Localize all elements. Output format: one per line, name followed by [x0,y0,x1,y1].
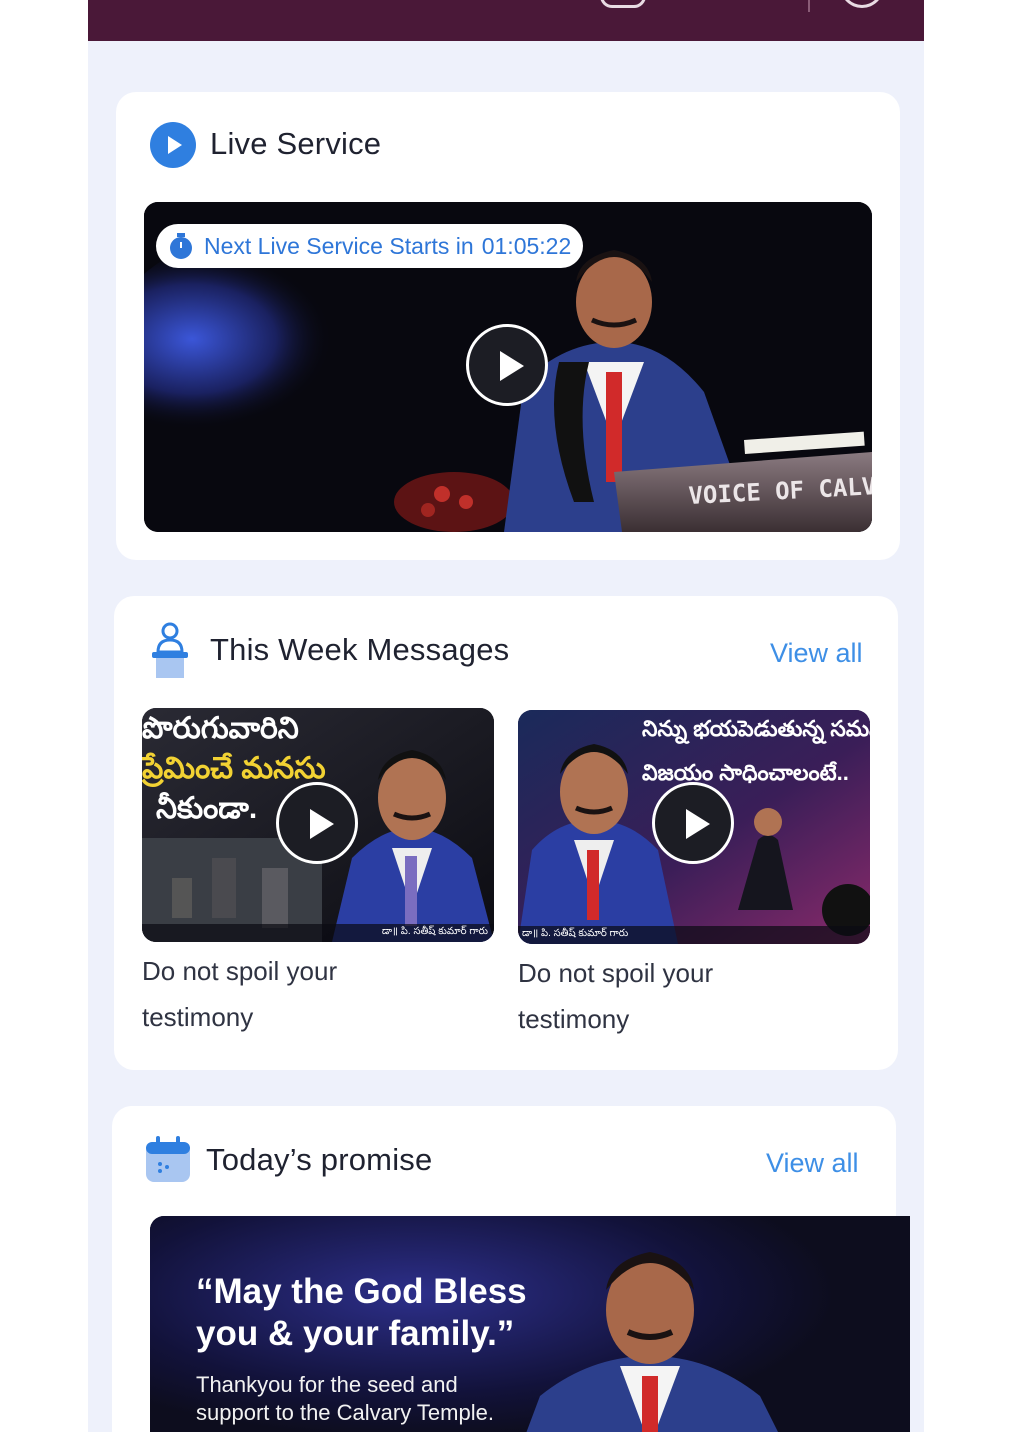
message-1-title[interactable]: Do not spoil your testimony [142,948,482,1040]
message-1-title-line-1: Do not spoil your [142,956,338,986]
live-service-title: Live Service [210,126,382,161]
calendar-icon [146,1136,190,1182]
live-video-player[interactable]: VOICE OF CALVA Next Live Service Starts … [144,202,872,532]
message-1-overlay-text-1: పొరుగువారిని [142,712,299,745]
promise-subtext-line-2: support to the Calvary Temple. [196,1400,494,1425]
app-screen: Live Service VOICE OF CALVA Next Live Se… [88,0,924,1432]
promise-subtext-line-1: Thankyou for the seed and [196,1372,458,1397]
live-play-button[interactable] [466,324,548,406]
week-messages-card: This Week Messages View all పొరుగువారిని… [114,596,898,1070]
week-messages-title: This Week Messages [210,632,510,667]
todays-promise-card: Today’s promise View all “May the God Bl… [112,1106,910,1432]
notification-bell-icon[interactable] [840,0,884,8]
live-service-card: Live Service VOICE OF CALVA Next Live Se… [116,92,900,560]
countdown-time: 01:05:22 [481,232,572,259]
preacher-podium-icon [152,622,188,678]
message-1-overlay-text-3: నీకుండా. [156,792,258,825]
promise-banner[interactable]: “May the God Bless you & your family.” T… [150,1216,910,1432]
divider [808,0,810,12]
message-2-caption: డా॥ పి. సతీష్ కుమార్ గారు [522,928,629,939]
message-2-title[interactable]: Do not spoil your testimony [518,950,858,1042]
message-2-title-line-2: testimony [518,1004,630,1034]
countdown-badge: Next Live Service Starts in 01:05:22 [156,224,584,268]
scan-icon[interactable] [600,0,646,8]
message-1-play-button[interactable] [276,782,358,864]
message-thumbnail-2[interactable]: నిన్ను భయపెడుతున్న సమస్య విజయం సాధించాలం… [518,710,870,944]
top-bar [88,0,924,41]
messages-view-all-link[interactable]: View all [770,638,863,669]
message-1-caption: డా॥ పి. సతీష్ కుమార్ గారు [381,926,488,937]
message-2-play-button[interactable] [652,782,734,864]
promise-quote-line-1: “May the God Bless [196,1272,527,1311]
countdown-label: Next Live Service Starts in [204,232,474,259]
promise-view-all-link[interactable]: View all [766,1148,859,1179]
message-2-title-line-1: Do not spoil your [518,958,714,988]
live-play-icon [150,122,196,168]
message-thumbnail-1[interactable]: పొరుగువారిని ప్రేమించే మనసు నీకుండా. డా॥… [142,708,494,942]
timer-icon [170,233,192,259]
promise-quote-line-2: you & your family.” [196,1314,515,1353]
message-2-overlay-text-1: నిన్ను భయపెడుతున్న సమస్య [642,716,870,741]
message-1-title-line-2: testimony [142,1002,254,1032]
todays-promise-title: Today’s promise [206,1142,433,1177]
